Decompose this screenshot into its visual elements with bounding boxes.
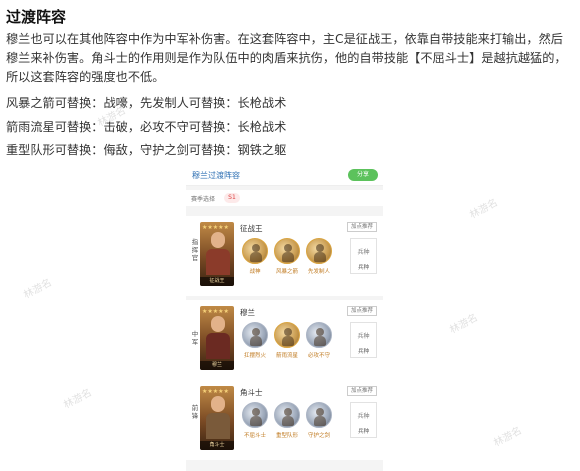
portrait-face: [211, 316, 225, 332]
watermark: 林游名: [22, 277, 54, 302]
replacement-line-2: 箭雨流星可替换：击破，必攻不守可替换：长枪战术: [6, 120, 287, 134]
skill-icon: [242, 402, 268, 428]
star-rating-icon: ★★★★★: [202, 308, 229, 315]
replacement-line-1: 风暴之箭可替换：战嚎，先发制人可替换：长枪战术: [6, 96, 287, 110]
skill-item[interactable]: 箭雨流星: [272, 322, 302, 359]
skill-icon: [242, 238, 268, 264]
section-title: 过渡阵容: [6, 8, 67, 26]
troop-type-value: 兵种: [357, 333, 370, 340]
general-portrait[interactable]: ★★★★★ 征战王: [200, 222, 234, 286]
skill-name: 战神: [249, 269, 261, 275]
skill-item[interactable]: 必攻不守: [304, 322, 334, 359]
general-name: 角斗士: [240, 388, 263, 397]
share-button[interactable]: 分享: [348, 169, 378, 181]
troop-type-box[interactable]: 兵种 兵种: [350, 402, 377, 438]
lineup-screenshot: 穆兰过渡阵容 分享 赛季选择 S1 指挥官 ★★★★★ 征战王 征战王 加点推荐…: [186, 164, 383, 471]
skill-name: 不屈斗士: [243, 433, 266, 439]
lineup-header: 穆兰过渡阵容 分享: [186, 164, 383, 186]
skill-name: 必攻不守: [307, 353, 330, 359]
troop-type-label: 兵种: [357, 265, 369, 271]
troop-type-value: 兵种: [357, 249, 370, 256]
skill-name: 扛摆烈火: [243, 353, 266, 359]
general-name: 征战王: [240, 224, 263, 233]
watermark: 林游名: [492, 425, 524, 450]
troop-type-box[interactable]: 兵种 兵种: [350, 322, 377, 358]
season-selector[interactable]: 赛季选择 S1: [186, 190, 383, 206]
troop-type-value: 兵种: [357, 413, 370, 420]
watermark: 林游名: [448, 312, 480, 337]
skill-icon: [306, 238, 332, 264]
troop-type-label: 兵种: [357, 349, 369, 355]
skill-icon: [306, 402, 332, 428]
skill-item[interactable]: 战神: [240, 238, 270, 275]
portrait-caption: 征战王: [200, 277, 234, 286]
skill-name: 箭雨流星: [275, 353, 298, 359]
troop-type-box[interactable]: 兵种 兵种: [350, 238, 377, 274]
troop-type-label: 兵种: [357, 429, 369, 435]
skill-item[interactable]: 不屈斗士: [240, 402, 270, 439]
general-portrait[interactable]: ★★★★★ 角斗士: [200, 386, 234, 450]
season-badge[interactable]: S1: [224, 193, 240, 203]
portrait-caption: 角斗士: [200, 441, 234, 450]
portrait-armor: [206, 249, 230, 275]
skill-item[interactable]: 风暴之箭: [272, 238, 302, 275]
skill-name: 先发制人: [307, 269, 330, 275]
skill-name: 重型队形: [275, 433, 298, 439]
general-portrait[interactable]: ★★★★★ 穆兰: [200, 306, 234, 370]
watermark: 林游名: [468, 197, 500, 222]
portrait-face: [211, 232, 225, 248]
general-slot-commander: 指挥官 ★★★★★ 征战王 征战王 加点推荐 战神 风暴之箭 先发制人 兵种 兵…: [186, 216, 383, 296]
portrait-armor: [206, 333, 230, 359]
portrait-face: [211, 396, 225, 412]
star-rating-icon: ★★★★★: [202, 224, 229, 231]
skill-item[interactable]: 先发制人: [304, 238, 334, 275]
skill-name: 守护之剑: [307, 433, 330, 439]
skill-icon: [274, 322, 300, 348]
point-recommend-tag[interactable]: 加点推荐: [346, 306, 377, 316]
watermark: 林游名: [62, 387, 94, 412]
skill-item[interactable]: 重型队形: [272, 402, 302, 439]
slot-position-label: 前锋: [191, 404, 199, 420]
general-slot-middle: 中军 ★★★★★ 穆兰 穆兰 加点推荐 扛摆烈火 箭雨流星 必攻不守 兵种 兵种: [186, 300, 383, 380]
skill-icon: [242, 322, 268, 348]
portrait-armor: [206, 413, 230, 439]
point-recommend-tag[interactable]: 加点推荐: [346, 222, 377, 232]
intro-paragraph: 穆兰也可以在其他阵容中作为中军补伤害。在这套阵容中，主C是征战王，依靠自带技能来…: [6, 32, 567, 84]
star-rating-icon: ★★★★★: [202, 388, 229, 395]
point-recommend-tag[interactable]: 加点推荐: [346, 386, 377, 396]
slot-position-label: 中军: [191, 330, 199, 346]
general-slot-vanguard: 前锋 ★★★★★ 角斗士 角斗士 加点推荐 不屈斗士 重型队形 守护之剑 兵种 …: [186, 380, 383, 460]
skill-item[interactable]: 扛摆烈火: [240, 322, 270, 359]
skill-icon: [306, 322, 332, 348]
replacement-line-3: 重型队形可替换：侮敌，守护之剑可替换：钢铁之躯: [6, 143, 287, 157]
skill-icon: [274, 238, 300, 264]
skill-name: 风暴之箭: [275, 269, 298, 275]
general-name: 穆兰: [240, 308, 255, 317]
lineup-title: 穆兰过渡阵容: [192, 171, 240, 180]
slot-position-label: 指挥官: [191, 238, 199, 262]
portrait-caption: 穆兰: [200, 361, 234, 370]
skill-icon: [274, 402, 300, 428]
season-label: 赛季选择: [191, 196, 216, 203]
skill-item[interactable]: 守护之剑: [304, 402, 334, 439]
